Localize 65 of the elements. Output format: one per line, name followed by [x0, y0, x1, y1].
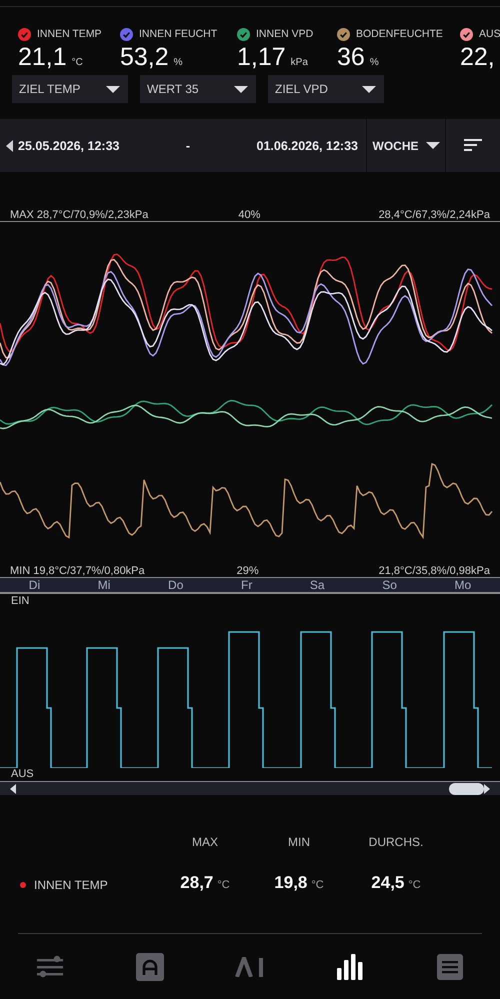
sensor-label: INNEN TEMP: [37, 28, 102, 40]
sort-icon: [464, 138, 482, 152]
sensor-value: 36: [337, 42, 365, 72]
unit-label: °C: [408, 879, 421, 891]
caret-icon: [234, 86, 248, 92]
caret-icon: [106, 86, 120, 92]
sensor-value: 22,: [460, 42, 495, 72]
date-separator: -: [186, 138, 190, 152]
scroll-thumb[interactable]: [449, 782, 484, 794]
scrollbar[interactable]: [0, 782, 500, 795]
sensor-value: 1,17: [237, 42, 286, 72]
unit-label: °C: [72, 57, 83, 68]
target-dropdown[interactable]: ZIEL TEMP: [12, 75, 128, 103]
bar-chart-icon[interactable]: [337, 954, 363, 980]
sensor-label: BODENFEUCHTE: [356, 28, 443, 40]
list-icon[interactable]: [437, 954, 463, 980]
sliders-icon[interactable]: [37, 955, 63, 979]
chart-label: 29%: [236, 565, 259, 577]
unit-label: °C: [217, 879, 230, 891]
chart-label: 21,8°C/35,8%/0,98kPa: [378, 565, 490, 577]
column-header: DURCHS.: [368, 835, 424, 849]
chart-label: MIN 19,8°C/37,7%/0,80kPa: [10, 565, 145, 577]
chart-label: 28,4°C/67,3%/2,24kPa: [378, 209, 490, 221]
checkbox-icon[interactable]: [18, 28, 31, 40]
range-dropdown[interactable]: WOCHE: [366, 119, 446, 172]
stat-value: 24,5: [371, 873, 404, 893]
scroll-right-icon[interactable]: [484, 784, 490, 794]
target-dropdown[interactable]: WERT 35: [140, 75, 256, 103]
checkbox-icon[interactable]: [120, 28, 133, 40]
column-header: MAX: [190, 835, 219, 849]
stat-value: 28,7: [180, 873, 214, 893]
sensor-label: INNEN VPD: [256, 28, 314, 40]
day-label: Do: [168, 578, 184, 592]
day-label: Mi: [98, 578, 110, 592]
scroll-left-icon[interactable]: [10, 784, 16, 794]
end-date: 01.06.2026, 12:33: [256, 138, 358, 152]
day-label: Mo: [454, 578, 472, 592]
day-label: Sa: [310, 578, 325, 592]
start-date: 25.05.2026, 12:33: [18, 138, 120, 152]
day-label: So: [382, 578, 397, 592]
sensor-value: 53,2: [120, 42, 169, 72]
previous-icon[interactable]: [6, 140, 13, 152]
column-header: MIN: [287, 835, 311, 849]
sensor-label: INNEN FEUCHT: [139, 28, 218, 40]
unit-label: %: [370, 57, 379, 68]
stat-value: 19,8: [274, 873, 308, 893]
chart-label: MAX 28,7°C/70,9%/2,23kPa: [10, 209, 148, 221]
sensor-value: 21,1: [18, 42, 67, 72]
sensor-label: AUS: [479, 28, 500, 40]
target-dropdown[interactable]: ZIEL VPD: [268, 75, 384, 103]
unit-label: %: [174, 57, 183, 68]
chart-label: 40%: [238, 209, 260, 221]
unit-label: kPa: [290, 57, 308, 68]
row-label: INNEN TEMP: [34, 878, 108, 892]
caret-bar-icon[interactable]: [235, 957, 265, 977]
unit-label: °C: [311, 879, 324, 891]
checkbox-icon[interactable]: [237, 28, 250, 40]
checkbox-icon[interactable]: [460, 28, 473, 40]
arch-icon[interactable]: [136, 953, 164, 981]
day-label: Fr: [240, 578, 252, 592]
on-label: EIN: [10, 595, 30, 608]
day-label: Di: [28, 578, 40, 592]
checkbox-icon[interactable]: [337, 28, 350, 40]
caret-icon: [426, 142, 440, 149]
caret-icon: [362, 86, 376, 92]
